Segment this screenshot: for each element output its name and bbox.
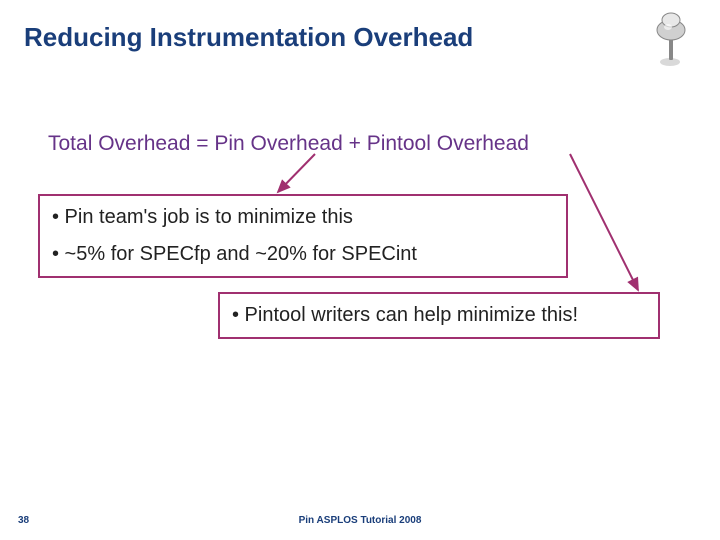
pushpin-icon bbox=[642, 10, 702, 70]
callout-box-pintool-overhead: • Pintool writers can help minimize this… bbox=[218, 292, 660, 339]
callout-box-pin-overhead: • Pin team's job is to minimize this • ~… bbox=[38, 194, 568, 278]
equation-text: Total Overhead = Pin Overhead + Pintool … bbox=[48, 132, 529, 156]
footer-text: Pin ASPLOS Tutorial 2008 bbox=[0, 515, 720, 526]
box1-line2: • ~5% for SPECfp and ~20% for SPECint bbox=[52, 243, 554, 266]
box2-line1: • Pintool writers can help minimize this… bbox=[232, 304, 646, 327]
box1-line1: • Pin team's job is to minimize this bbox=[52, 206, 554, 229]
arrow-pin-overhead bbox=[270, 150, 330, 198]
slide-title: Reducing Instrumentation Overhead bbox=[24, 22, 473, 53]
